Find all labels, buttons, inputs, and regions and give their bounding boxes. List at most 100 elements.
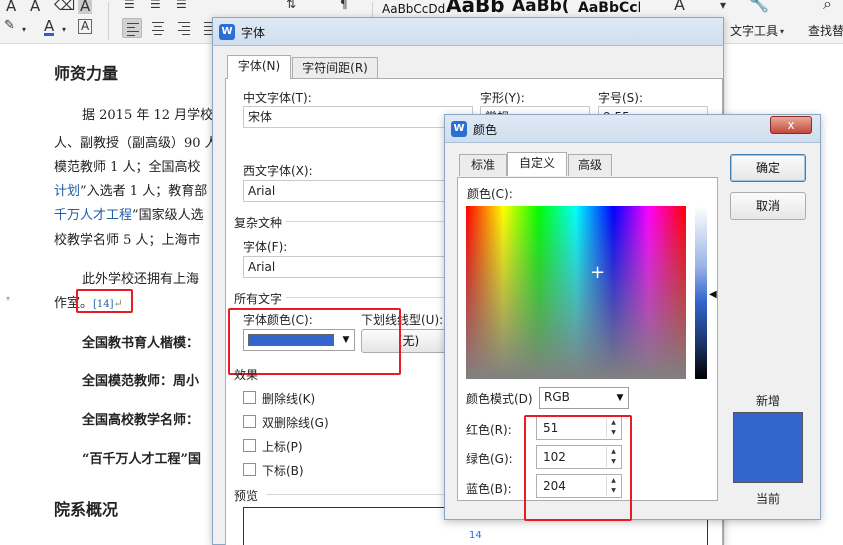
tab-char-spacing[interactable]: 字符间距(R) [292, 57, 378, 79]
color-mode-label: 颜色模式(D) [466, 392, 533, 406]
stepper-arrows-icon[interactable]: ▲ ▼ [606, 447, 620, 467]
char-border-icon[interactable]: A [78, 19, 93, 34]
wrench-icon[interactable]: 🔧 [748, 0, 769, 13]
color-dialog-titlebar[interactable]: W 颜色 x [445, 115, 820, 143]
effects-section: 效果 [234, 368, 259, 382]
color-spectrum[interactable]: + [466, 206, 686, 379]
list-icon[interactable]: ☰ [124, 0, 135, 12]
para-mark-icon[interactable]: ¶ [340, 0, 348, 12]
current-color-label: 当前 [756, 492, 781, 506]
font-color-icon[interactable]: A [44, 19, 55, 36]
font-color-dropdown[interactable]: ▼ [243, 329, 355, 351]
ok-button[interactable]: 确定 [730, 154, 806, 182]
subscript-label[interactable]: 下标(B) [262, 462, 304, 479]
style-heading2-preview[interactable]: AaBb( [512, 0, 576, 17]
chevron-down-icon[interactable]: ▼ [338, 330, 354, 350]
font-a-icon[interactable]: A [6, 0, 16, 14]
text-shading-icon[interactable]: A [78, 0, 93, 14]
doc-line-2: 人、副教授（副高级）90 人 [54, 136, 218, 151]
color-mode-value: RGB [544, 390, 570, 404]
tab-standard[interactable]: 标准 [459, 154, 507, 176]
preview-section: 预览 [234, 489, 259, 503]
new-color-label: 新增 [756, 394, 781, 408]
doc-line-4: 计划”入选者 1 人；教育部 [54, 184, 208, 199]
doc-line-3: 模范教师 1 人；全国高校 [54, 160, 201, 175]
bold-item-1: 全国教书育人楷模： [82, 336, 200, 351]
chevron-down-icon[interactable]: ▼ [612, 388, 628, 408]
western-font-field[interactable]: Arial [243, 180, 473, 202]
blue-value: 204 [543, 479, 566, 493]
reference-link[interactable]: [14] [93, 299, 114, 310]
green-label: 绿色(G): [466, 452, 513, 466]
red-value: 51 [543, 421, 559, 435]
outdent-icon[interactable]: ☰ [176, 0, 187, 12]
doc-line-7: 此外学校还拥有上海 [82, 272, 200, 287]
subscript-checkbox[interactable] [243, 463, 256, 476]
new-color-swatch [733, 412, 803, 483]
cancel-button[interactable]: 取消 [730, 192, 806, 220]
eraser-icon[interactable]: ⌫ [54, 0, 75, 13]
underline-style-button[interactable]: (无) [361, 329, 456, 353]
doc-link-talent[interactable]: 千万人才工程 [54, 208, 132, 223]
bold-item-3: 全国高校教学名师： [82, 413, 200, 428]
complex-font-field[interactable]: Arial [243, 256, 473, 278]
stepper-arrows-icon[interactable]: ▲ ▼ [606, 418, 620, 438]
find-replace-label[interactable]: 查找替 [808, 22, 843, 39]
color-mode-dropdown[interactable]: RGB ▼ [539, 387, 629, 409]
dropdown-arrow-icon[interactable]: ▾ [22, 22, 26, 38]
align-left-button[interactable] [122, 18, 142, 38]
text-tool-menu-arrow[interactable]: ▾ [780, 24, 784, 40]
wps-logo-icon: W [219, 24, 235, 40]
tab-advanced[interactable]: 高级 [568, 154, 612, 176]
heading-departments: 院系概况 [54, 500, 119, 519]
font-a-small-icon[interactable]: A [30, 0, 40, 14]
tab-custom[interactable]: 自定义 [507, 152, 567, 176]
align-center-button[interactable] [148, 18, 168, 38]
chinese-font-field[interactable]: 宋体 [243, 106, 473, 128]
crosshair-icon[interactable]: + [590, 264, 605, 282]
luminance-arrow-icon[interactable]: ◀ [709, 289, 717, 300]
style-heading1-preview[interactable]: AaBb [446, 0, 505, 16]
superscript-label[interactable]: 上标(P) [262, 438, 303, 455]
font-color-dropdown-icon[interactable]: ▾ [62, 22, 66, 38]
strikethrough-label[interactable]: 删除线(K) [262, 390, 315, 407]
doc-link-plan[interactable]: 计划 [54, 184, 80, 199]
bold-item-4: “百千万人才工程”国 [82, 452, 201, 467]
bold-item-2: 全国模范教师：周小 [82, 374, 200, 389]
red-label: 红色(R): [466, 423, 512, 437]
double-strikethrough-checkbox[interactable] [243, 415, 256, 428]
highlight-icon[interactable]: ✎ [4, 18, 15, 34]
doc-line-5: 千万人才工程”国家级人选 [54, 208, 204, 223]
font-dialog-titlebar[interactable]: W 字体 [213, 18, 723, 46]
font-size-label: 字号(S): [598, 91, 644, 105]
chinese-font-label: 中文字体(T): [243, 91, 312, 105]
green-value: 102 [543, 450, 566, 464]
red-stepper[interactable]: 51 ▲ ▼ [536, 416, 622, 440]
text-tool-icon[interactable]: A [674, 0, 685, 13]
text-tool-label[interactable]: 文字工具 [730, 22, 778, 39]
strikethrough-checkbox[interactable] [243, 391, 256, 404]
sort-icon[interactable]: ⇅ [286, 0, 296, 12]
superscript-checkbox[interactable] [243, 439, 256, 452]
stepper-arrows-icon[interactable]: ▲ ▼ [606, 476, 620, 496]
green-stepper[interactable]: 102 ▲ ▼ [536, 445, 622, 469]
color-dialog-title: 颜色 [473, 123, 498, 137]
luminance-slider[interactable] [695, 206, 707, 379]
find-icon[interactable]: ⌕ [823, 0, 832, 12]
close-button[interactable]: x [770, 116, 812, 134]
blue-label: 蓝色(B): [466, 482, 512, 496]
heading-faculty: 师资力量 [54, 64, 119, 83]
footer-page-number: 14 [469, 530, 482, 541]
colors-label: 颜色(C): [467, 187, 513, 201]
tab-font[interactable]: 字体(N) [227, 55, 291, 79]
complex-script-section: 复杂文种 [234, 216, 283, 230]
indent-icon[interactable]: ☰ [150, 0, 161, 12]
wps-logo-icon: W [451, 121, 467, 137]
font-style-label: 字形(Y): [480, 91, 525, 105]
text-tool-dropdown-icon[interactable]: ▾ [720, 0, 726, 13]
align-right-button[interactable] [174, 18, 194, 38]
color-dialog: W 颜色 x 标准 自定义 高级 颜色(C): + ◀ 颜色模式(D) RGB … [444, 114, 821, 541]
double-strikethrough-label[interactable]: 双删除线(G) [262, 414, 329, 431]
blue-stepper[interactable]: 204 ▲ ▼ [536, 474, 622, 498]
western-font-label: 西文字体(X): [243, 164, 313, 178]
